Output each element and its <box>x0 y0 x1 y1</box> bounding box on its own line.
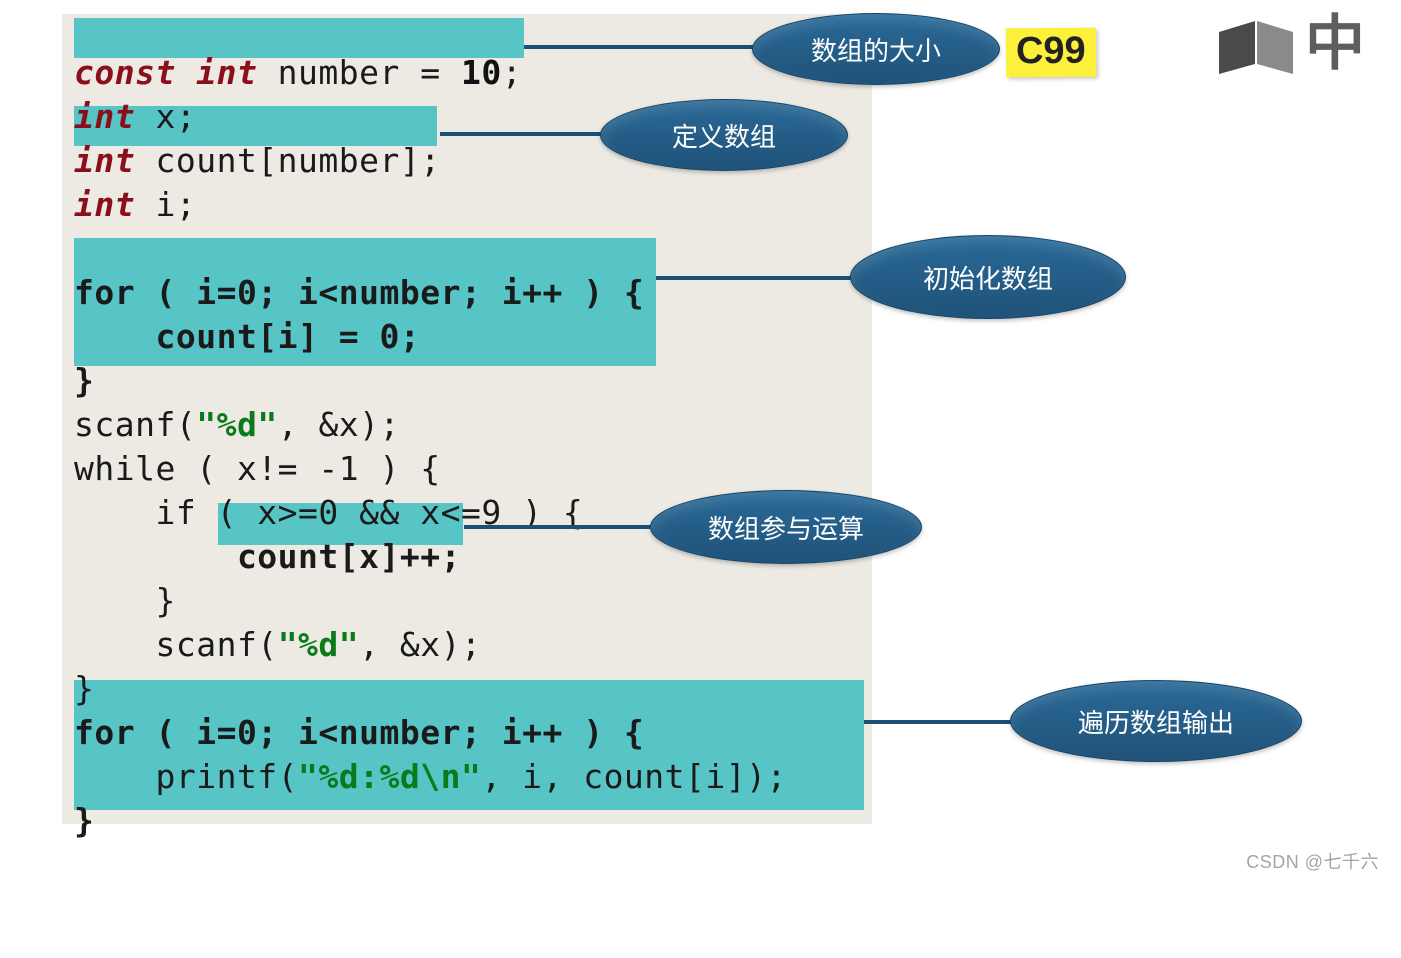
code-token: , &x); <box>278 405 400 444</box>
watermark: CSDN @七千六 <box>1246 848 1379 874</box>
code-token: number = <box>257 53 461 92</box>
code-block: const int number = 10; int x; int count[… <box>74 51 787 843</box>
slide-stage: const int number = 10; int x; int count[… <box>0 0 1401 958</box>
connector-line <box>864 720 1019 724</box>
code-line: } <box>74 361 94 400</box>
corner-logo: 中 <box>1219 14 1365 74</box>
callout-output: 遍历数组输出 <box>1010 680 1302 762</box>
code-token: count[number]; <box>135 141 441 180</box>
code-line: } <box>74 581 176 620</box>
code-line: count[i] = 0; <box>74 317 420 356</box>
connector-line <box>464 525 659 529</box>
book-icon <box>1219 16 1297 74</box>
connector-line <box>524 45 762 49</box>
code-line: for ( i=0; i<number; i++ ) { <box>74 273 644 312</box>
code-token: ; <box>502 53 522 92</box>
c99-badge: C99 <box>1006 28 1096 78</box>
callout-define-array: 定义数组 <box>600 99 848 171</box>
code-token: int <box>74 97 135 136</box>
code-token: int <box>74 185 135 224</box>
code-token: scanf( <box>74 405 196 444</box>
code-token: 10 <box>461 53 502 92</box>
callout-array-size: 数组的大小 <box>752 13 1000 85</box>
code-token: , &x); <box>359 625 481 664</box>
connector-line <box>440 132 610 136</box>
corner-glyph: 中 <box>1305 14 1365 74</box>
code-token: "%d" <box>196 405 277 444</box>
code-token: "%d" <box>278 625 359 664</box>
callout-init-array: 初始化数组 <box>850 235 1126 319</box>
code-token: "%d:%d\n" <box>298 757 481 796</box>
code-token: const int <box>74 53 257 92</box>
callout-compute: 数组参与运算 <box>650 490 922 564</box>
code-line: } <box>74 669 94 708</box>
code-token: i; <box>135 185 196 224</box>
code-token: scanf( <box>74 625 278 664</box>
code-line: count[x]++; <box>74 537 461 576</box>
code-token: x; <box>135 97 196 136</box>
code-line: while ( x!= -1 ) { <box>74 449 441 488</box>
connector-line <box>656 276 856 280</box>
code-token: printf( <box>74 757 298 796</box>
code-token: int <box>74 141 135 180</box>
code-token: , i, count[i]); <box>481 757 787 796</box>
code-line: for ( i=0; i<number; i++ ) { <box>74 713 644 752</box>
code-line: } <box>74 801 94 840</box>
